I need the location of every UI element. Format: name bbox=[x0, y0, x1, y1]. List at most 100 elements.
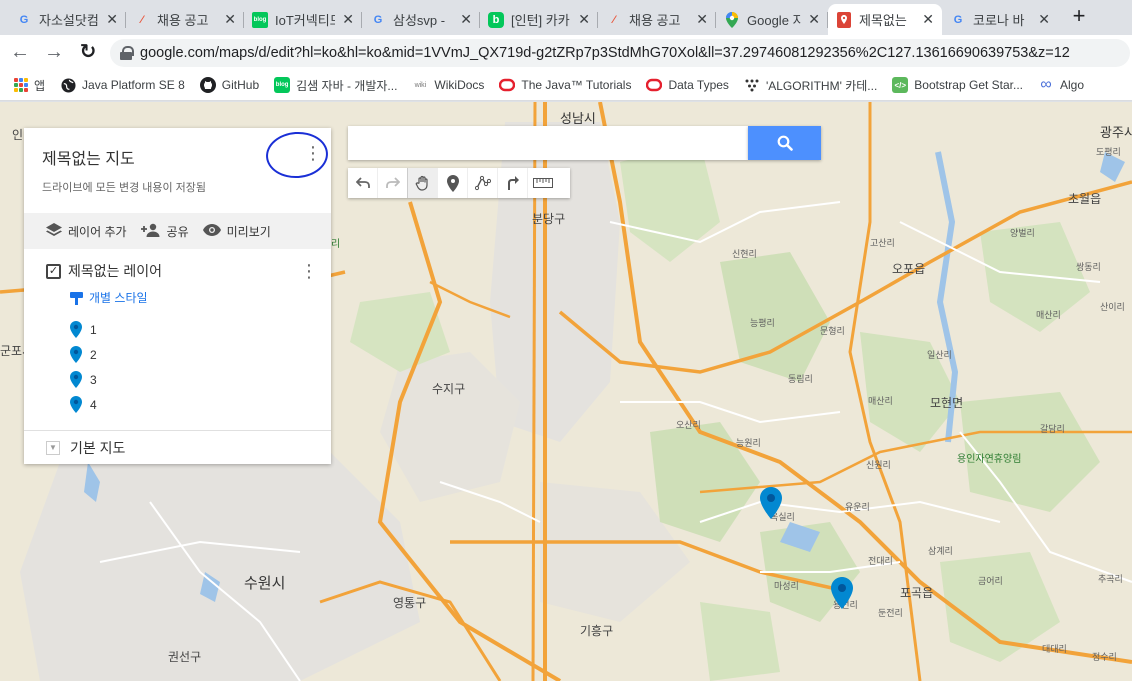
bookmark-java-tutorials[interactable]: The Java™ Tutorials bbox=[499, 77, 631, 93]
browser-tab-0[interactable]: G 자소설닷컴 ✕ bbox=[8, 4, 126, 35]
search-button[interactable] bbox=[748, 126, 821, 160]
bookmark-data-types[interactable]: Data Types bbox=[646, 77, 729, 93]
tab-close-icon[interactable]: ✕ bbox=[696, 11, 708, 28]
bookmark-bootstrap[interactable]: </> Bootstrap Get Star... bbox=[892, 77, 1023, 93]
bookmark-java-platform[interactable]: Java Platform SE 8 bbox=[60, 77, 185, 93]
undo-button[interactable] bbox=[348, 168, 378, 198]
map-tools-bar bbox=[348, 168, 570, 198]
bookmark-label: Bootstrap Get Star... bbox=[914, 78, 1024, 92]
directions-arrow-icon bbox=[507, 176, 519, 190]
map-label-chugok: 추곡리 bbox=[1098, 574, 1123, 584]
map-options-menu-icon[interactable]: ⋮ bbox=[304, 142, 322, 164]
bookmark-github[interactable]: GitHub bbox=[199, 77, 259, 93]
blue-pin-icon bbox=[70, 346, 82, 363]
new-tab-button[interactable]: + bbox=[1068, 5, 1090, 27]
map-label-gosan: 고산리 bbox=[870, 238, 895, 248]
tab-close-icon[interactable]: ✕ bbox=[224, 11, 236, 28]
map-label-masung: 마성리 bbox=[774, 581, 799, 591]
url-text[interactable]: google.com/maps/d/edit?hl=ko&hl=ko&mid=1… bbox=[140, 45, 1070, 61]
address-bar[interactable]: google.com/maps/d/edit?hl=ko&hl=ko&mid=1… bbox=[110, 39, 1130, 67]
bookmark-label: WikiDocs bbox=[434, 78, 485, 92]
tab-close-icon[interactable]: ✕ bbox=[460, 11, 472, 28]
bookmark-algorithm[interactable]: 'ALGORITHM' 카테... bbox=[744, 77, 877, 94]
forward-button[interactable]: → bbox=[42, 41, 66, 65]
browser-tab-1[interactable]: ⁄ 채용 공고 ✕ bbox=[126, 4, 244, 35]
map-label-suwon: 수원시 bbox=[244, 575, 286, 592]
preview-button[interactable]: 미리보기 bbox=[202, 223, 271, 240]
map-label-sani: 산이리 bbox=[1100, 302, 1125, 312]
map-label-ri: 리 bbox=[331, 239, 341, 250]
map-label-ssangdong: 쌍동리 bbox=[1076, 262, 1101, 272]
browser-tab-2[interactable]: blog IoT커넥티드 ✕ bbox=[244, 4, 362, 35]
map-search-input[interactable] bbox=[348, 126, 748, 160]
marker-icon bbox=[446, 174, 459, 192]
point-label: 2 bbox=[90, 347, 97, 362]
basemap-section[interactable]: ▼ 기본 지도 bbox=[24, 430, 331, 464]
browser-tab-4[interactable]: b [인턴] 카카 ✕ bbox=[480, 4, 598, 35]
layer-name[interactable]: 제목없는 레이어 bbox=[68, 261, 162, 281]
individual-style-link[interactable]: 개별 스타일 bbox=[70, 289, 148, 306]
browser-tab-7-active[interactable]: 제목없는 ✕ bbox=[828, 4, 942, 35]
tab-close-icon[interactable]: ✕ bbox=[106, 11, 118, 28]
bookmark-label: Java Platform SE 8 bbox=[82, 78, 185, 92]
pan-tool-button[interactable] bbox=[408, 168, 438, 198]
browser-tab-3[interactable]: G 삼성svp - ✕ bbox=[362, 4, 480, 35]
tab-close-icon[interactable]: ✕ bbox=[1038, 11, 1050, 28]
google-maps-favicon-icon bbox=[724, 11, 740, 28]
tab-close-icon[interactable]: ✕ bbox=[922, 11, 934, 28]
layer-options-menu-icon[interactable]: ⋮ bbox=[300, 261, 318, 281]
map-label-daedae: 대대리 bbox=[1042, 644, 1067, 654]
draw-line-button[interactable] bbox=[468, 168, 498, 198]
my-maps-favicon-icon bbox=[836, 11, 852, 28]
map-label-munhyeong: 문형리 bbox=[820, 326, 845, 336]
apps-grid-icon bbox=[14, 78, 28, 92]
map-title[interactable]: 제목없는 지도 bbox=[42, 145, 135, 169]
hand-icon bbox=[415, 175, 428, 191]
map-label-sinhyeon: 신현리 bbox=[732, 249, 757, 259]
add-layer-button[interactable]: 레이어 추가 bbox=[46, 222, 127, 240]
layer-visibility-checkbox[interactable]: ✓ bbox=[46, 263, 61, 279]
bookmark-label: Data Types bbox=[668, 78, 729, 92]
chevron-down-icon[interactable]: ▼ bbox=[46, 440, 60, 455]
tab-close-icon[interactable]: ✕ bbox=[342, 11, 354, 28]
tab-close-icon[interactable]: ✕ bbox=[808, 11, 820, 28]
reload-button[interactable]: ↻ bbox=[76, 41, 100, 65]
list-item[interactable]: 1 bbox=[70, 317, 97, 342]
bookmark-label: The Java™ Tutorials bbox=[521, 78, 632, 92]
browser-tab-5[interactable]: ⁄ 채용 공고 ✕ bbox=[598, 4, 716, 35]
add-marker-button[interactable] bbox=[438, 168, 468, 198]
github-icon bbox=[199, 77, 216, 93]
undo-icon bbox=[355, 177, 370, 188]
browser-tab-6[interactable]: Google 지도 ✕ bbox=[716, 4, 828, 35]
oracle-icon bbox=[499, 77, 516, 93]
wikidocs-icon: wiki bbox=[414, 81, 427, 89]
bookmark-apps[interactable]: 앱 bbox=[14, 77, 45, 94]
browser-tab-8[interactable]: G 코로나 바 ✕ bbox=[942, 4, 1058, 35]
job-favicon-icon: ⁄ bbox=[613, 13, 615, 26]
bookmark-kimsam-java[interactable]: blog 김샘 자바 - 개발자... bbox=[274, 77, 397, 94]
map-label-neungwon: 능원리 bbox=[736, 438, 761, 448]
blue-pin-icon bbox=[70, 321, 82, 338]
map-label-gwangju: 광주시 bbox=[1100, 125, 1132, 140]
lock-icon[interactable] bbox=[120, 46, 134, 60]
bookmark-wikidocs[interactable]: wiki WikiDocs bbox=[412, 77, 485, 93]
google-favicon-icon: G bbox=[19, 13, 29, 26]
oracle-icon bbox=[646, 77, 663, 93]
bookmark-algo[interactable]: ∞ Algo bbox=[1038, 76, 1084, 93]
map-label-jeongsu: 정수리 bbox=[1092, 652, 1117, 662]
infinity-icon: ∞ bbox=[1040, 76, 1052, 93]
preview-label: 미리보기 bbox=[226, 224, 271, 239]
list-item[interactable]: 3 bbox=[70, 367, 97, 392]
list-item[interactable]: 2 bbox=[70, 342, 97, 367]
blog-favicon-icon: blog bbox=[252, 11, 268, 28]
directions-button[interactable] bbox=[498, 168, 528, 198]
list-item[interactable]: 4 bbox=[70, 392, 97, 417]
share-button[interactable]: 공유 bbox=[140, 223, 189, 240]
tab-close-icon[interactable]: ✕ bbox=[578, 11, 590, 28]
dots-icon bbox=[744, 77, 760, 93]
map-label-pogok: 포곡읍 bbox=[900, 586, 934, 600]
redo-button[interactable] bbox=[378, 168, 408, 198]
back-button[interactable]: ← bbox=[8, 41, 32, 65]
measure-button[interactable] bbox=[528, 168, 558, 198]
map-side-panel: 제목없는 지도 드라이브에 모든 변경 내용이 저장됨 ⋮ 레이어 추가 공유 … bbox=[24, 128, 331, 464]
